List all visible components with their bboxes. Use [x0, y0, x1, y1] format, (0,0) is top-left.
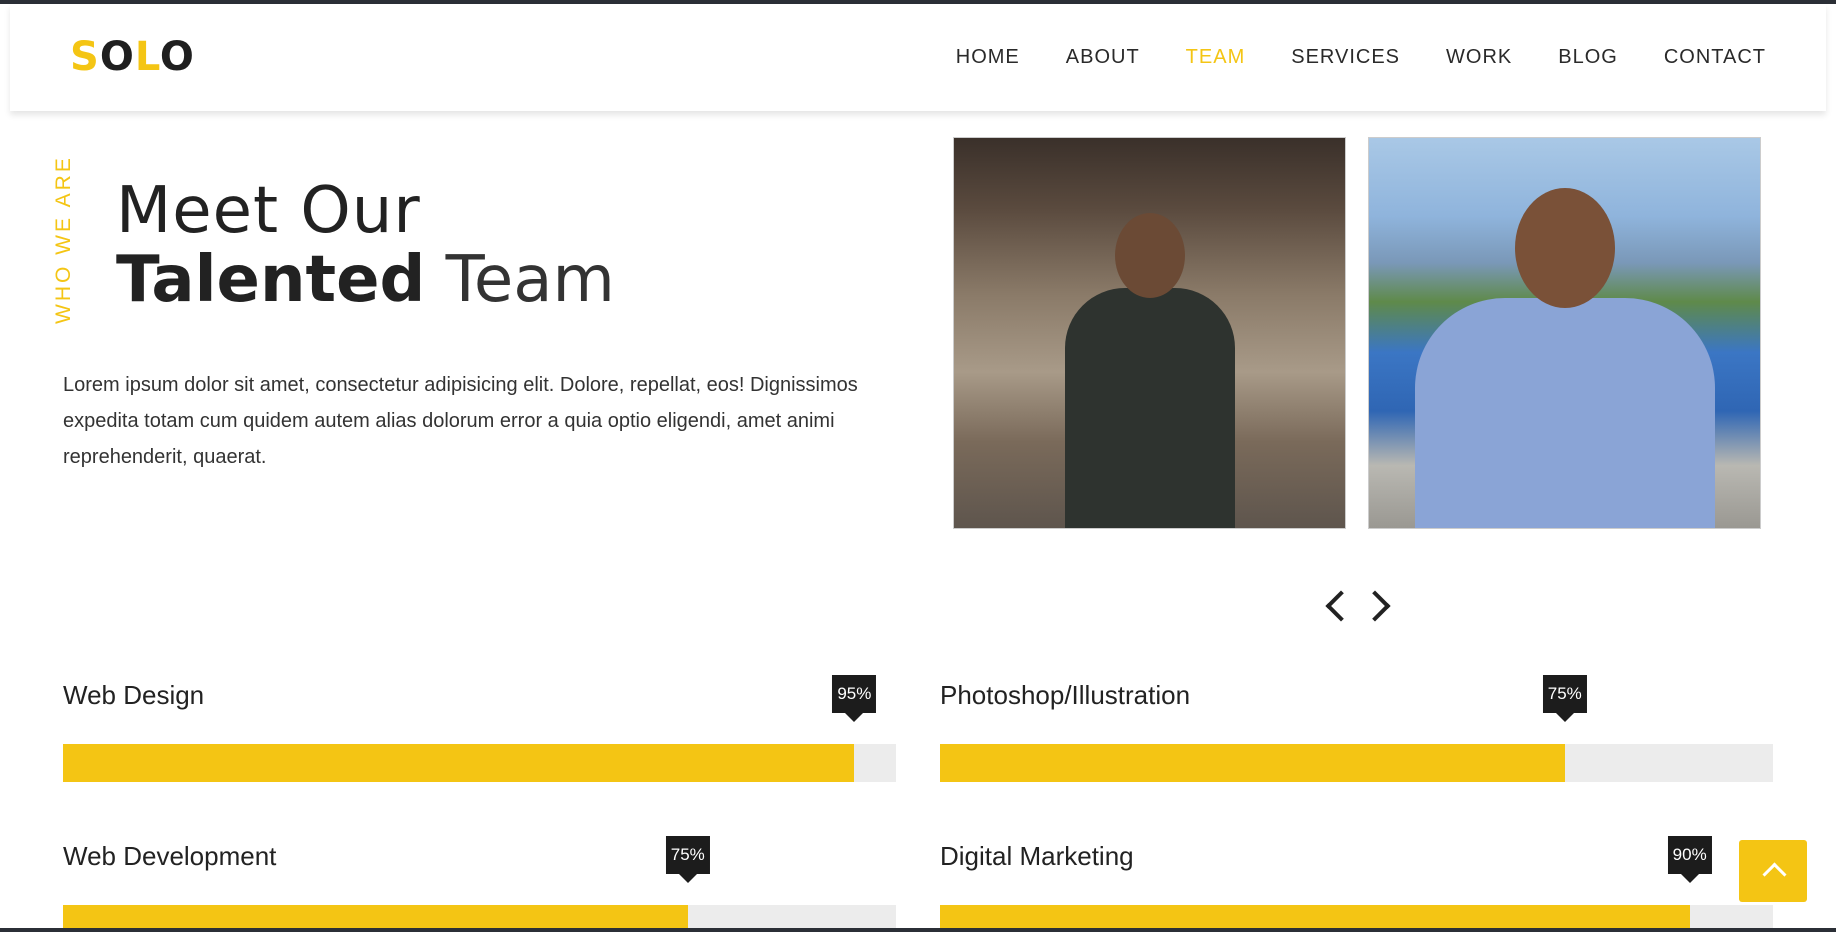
logo-letter-o2: O: [159, 34, 195, 80]
team-photo-1[interactable]: [953, 137, 1346, 529]
progress-fill: [63, 744, 855, 782]
skill-label: Digital Marketing: [940, 841, 1134, 871]
team-photo-1-figure: [1064, 288, 1235, 528]
skill-label: Photoshop/Illustration: [940, 680, 1191, 710]
nav-work[interactable]: WORK: [1446, 46, 1512, 69]
team-photo-2-head: [1514, 188, 1615, 308]
vertical-label-text: WHO WE ARE: [52, 155, 75, 324]
heading-line-2: Talented Team: [116, 247, 615, 314]
logo-letter-l: L: [134, 34, 160, 80]
nav-contact[interactable]: CONTACT: [1664, 46, 1766, 69]
section-heading: Meet Our Talented Team: [116, 174, 615, 314]
bottom-border: [0, 928, 1836, 932]
skill-label: Web Design: [63, 680, 205, 710]
percent-badge: 75%: [1542, 675, 1587, 722]
logo-letter-s: S: [70, 34, 100, 80]
nav-about[interactable]: ABOUT: [1066, 46, 1140, 69]
percent-badge: 90%: [1667, 836, 1712, 883]
percent-badge: 95%: [832, 675, 877, 722]
slider-controls: [1322, 585, 1392, 625]
progress-track: [63, 744, 896, 782]
nav-team[interactable]: TEAM: [1186, 46, 1246, 69]
nav-blog[interactable]: BLOG: [1558, 46, 1618, 69]
chevron-right-icon[interactable]: [1364, 585, 1392, 625]
heading-bold: Talented: [116, 243, 426, 318]
logo-letter-o: O: [99, 34, 135, 80]
nav-home[interactable]: HOME: [956, 46, 1020, 69]
progress-track: [940, 744, 1773, 782]
progress-fill: [940, 744, 1565, 782]
team-photo-2[interactable]: [1368, 137, 1761, 529]
chevron-up-icon[interactable]: [1739, 840, 1807, 902]
intro-paragraph: Lorem ipsum dolor sit amet, consectetur …: [63, 374, 858, 468]
percent-badge: 75%: [665, 836, 710, 883]
main-nav: HOME ABOUT TEAM SERVICES WORK BLOG CONTA…: [956, 46, 1766, 69]
heading-light: Team: [425, 243, 615, 318]
team-photo-1-head: [1114, 213, 1185, 298]
chevron-left-icon[interactable]: [1322, 585, 1350, 625]
heading-line-1: Meet Our: [116, 174, 421, 248]
nav-services[interactable]: SERVICES: [1291, 46, 1400, 69]
logo[interactable]: SOLO: [70, 34, 195, 80]
skill-label: Web Development: [63, 841, 277, 871]
navbar: SOLO HOME ABOUT TEAM SERVICES WORK BLOG …: [10, 4, 1826, 111]
team-photo-2-figure: [1414, 298, 1715, 528]
vertical-label: WHO WE ARE: [52, 155, 82, 324]
